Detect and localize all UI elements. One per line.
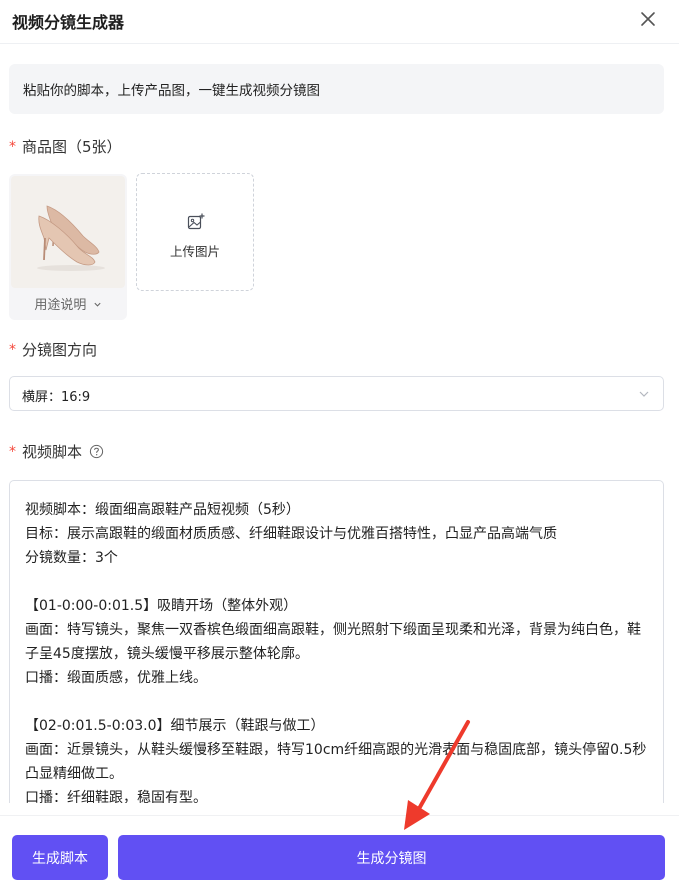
script-line: 画面：特写镜头，聚焦一双香槟色缎面细高跟鞋，侧光照射下缎面呈现柔和光泽，背景为纯… (25, 622, 641, 662)
script-blank-line (25, 690, 649, 714)
script-line: 目标：展示高跟鞋的缎面材质质感、纤细鞋跟设计与优雅百搭特性，凸显产品高端气质 (25, 526, 557, 542)
script-label-text: 视频脚本 (22, 443, 83, 461)
script-line: 【02-0:01.5-0:03.0】细节展示（鞋跟与做工） (25, 718, 325, 734)
product-images-label: * 商品图（5张） (9, 136, 122, 157)
script-line: 口播：纤细鞋跟，稳固有型。 (25, 790, 207, 803)
upload-image-button[interactable]: 上传图片 (136, 173, 254, 291)
script-blank-line (25, 570, 649, 594)
script-textarea[interactable]: 视频脚本：缎面细高跟鞋产品短视频（5秒） 目标：展示高跟鞋的缎面材质质感、纤细鞋… (9, 480, 664, 803)
chevron-down-icon (639, 391, 649, 397)
script-line: 分镜数量：3个 (25, 550, 118, 566)
dialog-header: 视频分镜生成器 (0, 0, 679, 44)
chevron-down-icon (93, 302, 101, 307)
upload-image-label: 上传图片 (169, 244, 220, 259)
script-line: 画面：近景镜头，从鞋头缓慢移至鞋跟，特写10cm纤细高跟的光滑表面与稳固底部，镜… (25, 742, 647, 782)
product-image (11, 176, 125, 288)
help-circle-icon[interactable] (89, 444, 104, 459)
orientation-label-text: 分镜图方向 (22, 341, 98, 359)
script-line: 【01-0:00-0:01.5】吸睛开场（整体外观） (25, 598, 298, 614)
dialog-footer: 生成脚本 生成分镜图 (0, 815, 679, 881)
orientation-select[interactable]: 横屏：16:9 (9, 376, 664, 411)
usage-notes-toggle[interactable]: 用途说明 (9, 294, 127, 313)
required-mark: * (9, 341, 16, 358)
close-icon[interactable] (638, 9, 658, 29)
generate-script-button[interactable]: 生成脚本 (12, 835, 108, 880)
required-mark: * (9, 443, 16, 460)
generate-storyboard-button[interactable]: 生成分镜图 (118, 835, 665, 880)
required-mark: * (9, 138, 16, 155)
product-images-label-text: 商品图（5张） (22, 138, 122, 156)
usage-notes-label: 用途说明 (34, 298, 87, 313)
product-image-thumbnail[interactable]: 用途说明 (9, 174, 127, 320)
dialog-title: 视频分镜生成器 (12, 13, 125, 32)
script-label: * 视频脚本 (9, 441, 104, 462)
orientation-label: * 分镜图方向 (9, 339, 97, 360)
image-add-icon (186, 212, 206, 232)
script-line: 视频脚本：缎面细高跟鞋产品短视频（5秒） (25, 502, 300, 518)
orientation-selected-value: 横屏：16:9 (22, 390, 91, 405)
instruction-notice: 粘贴你的脚本，上传产品图，一键生成视频分镜图 (9, 64, 664, 114)
script-line: 口播：缎面质感，优雅上线。 (25, 670, 207, 686)
